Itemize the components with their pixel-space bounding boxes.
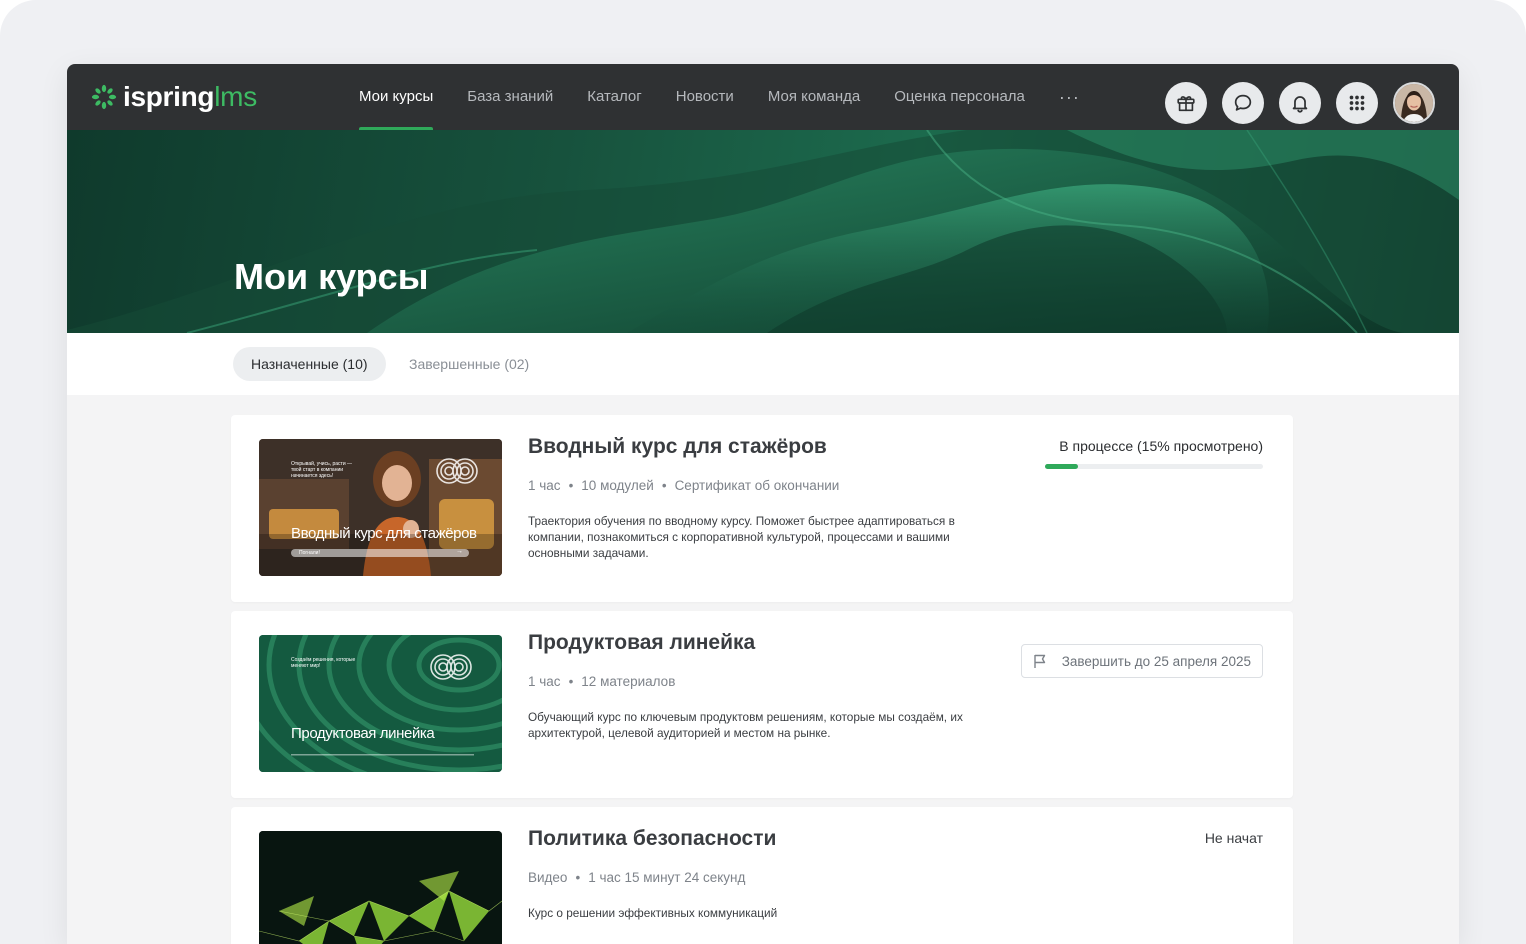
thumbnail-start-bar: Погнали! → [291, 548, 469, 557]
meta-materials: 12 материалов [581, 674, 676, 689]
course-title[interactable]: Вводный курс для стажёров [528, 435, 827, 459]
hero-background-waves [67, 130, 1459, 333]
nav-item-my-team[interactable]: Моя команда [768, 64, 860, 130]
nav-item-catalog[interactable]: Каталог [587, 64, 642, 130]
course-card[interactable]: Открывай, учись, расти — твой старт в ко… [231, 415, 1293, 602]
thumbnail-network-graphic [259, 831, 502, 944]
meta-separator: • [575, 870, 581, 885]
course-title[interactable]: Политика безопасности [528, 827, 776, 851]
page-title: Мои курсы [234, 256, 429, 297]
deadline-text: Завершить до 25 апреля 2025 [1061, 653, 1251, 669]
ispring-lms-logo[interactable]: ispringlms [91, 82, 257, 112]
course-thumbnail[interactable] [259, 831, 502, 944]
top-navigation-bar: ispringlms Мои курсы База знаний Каталог… [67, 64, 1459, 130]
avatar-photo [1395, 84, 1433, 122]
screenshot-frame: ispringlms Мои курсы База знаний Каталог… [0, 0, 1526, 944]
nav-item-personnel-assessment[interactable]: Оценка персонала [894, 64, 1025, 130]
gift-icon [1177, 96, 1195, 112]
bell-icon [1292, 96, 1308, 113]
course-card[interactable]: Создаём решения, которые меняют мир! Про… [231, 611, 1293, 798]
thumbnail-green-waves [259, 635, 502, 772]
hero-banner: Мои курсы [67, 130, 1459, 333]
tab-assigned[interactable]: Назначенные (10) [233, 347, 386, 381]
course-thumbnail[interactable]: Открывай, учись, расти — твой старт в ко… [259, 439, 502, 576]
course-title[interactable]: Продуктовая линейка [528, 631, 755, 655]
course-description: Курс о решении эффективных коммуникаций [528, 906, 778, 920]
app-window: ispringlms Мои курсы База знаний Каталог… [67, 64, 1459, 944]
course-thumbnail[interactable]: Создаём решения, которые меняют мир! Про… [259, 635, 502, 772]
progress-bar-fill [1045, 464, 1078, 469]
topbar-actions [1150, 82, 1435, 124]
course-status: Не начат [1204, 830, 1263, 846]
nav-item-my-courses[interactable]: Мои курсы [359, 64, 434, 130]
flag-icon [1034, 654, 1045, 668]
thumbnail-course-name: Продуктовая линейка [291, 725, 435, 742]
apps-grid-icon [1349, 95, 1365, 111]
course-card[interactable]: Политика безопасности Видео • 1 час 15 м… [231, 807, 1293, 944]
logo-wordmark: ispringlms [123, 82, 257, 112]
course-description: Траектория обучения по вводному курсу. П… [528, 514, 955, 560]
course-meta: Видео • 1 час 15 минут 24 секунд [528, 870, 745, 885]
meta-duration: 1 час [528, 674, 561, 689]
meta-separator: • [661, 478, 667, 493]
meta-separator: • [568, 478, 574, 493]
meta-certificate: Сертификат об окончании [674, 478, 840, 493]
course-meta: 1 час • 10 модулей • Сертификат об оконч… [528, 478, 839, 493]
ispring-logo-icon [91, 84, 117, 110]
meta-modules: 10 модулей [581, 478, 654, 493]
apps-button[interactable] [1336, 82, 1378, 124]
nav-item-news[interactable]: Новости [676, 64, 734, 130]
logo-word-ispring: ispring [123, 81, 215, 112]
thumbnail-course-name: Вводный курс для стажёров [291, 525, 477, 542]
chat-icon [1234, 94, 1252, 111]
course-tabs: Назначенные (10) Завершенные (02) [67, 333, 1459, 395]
course-status: В процессе (15% просмотрено) [1059, 438, 1263, 454]
thumbnail-tagline: Открывай, учись, расти — твой старт в ко… [291, 461, 353, 479]
logo-word-lms: lms [214, 81, 257, 112]
gift-button[interactable] [1165, 82, 1207, 124]
meta-duration: 1 час 15 минут 24 секунд [588, 870, 746, 885]
course-meta: 1 час • 12 материалов [528, 674, 675, 689]
notifications-button[interactable] [1279, 82, 1321, 124]
meta-duration: 1 час [528, 478, 561, 493]
nav-item-knowledge-base[interactable]: База знаний [467, 64, 553, 130]
arrow-right-icon: → [456, 548, 463, 555]
meta-type: Видео [528, 870, 568, 885]
deadline-badge: Завершить до 25 апреля 2025 [1020, 644, 1263, 678]
chat-button[interactable] [1222, 82, 1264, 124]
meta-separator: • [568, 674, 574, 689]
thumbnail-tagline: Создаём решения, которые меняют мир! [291, 657, 356, 669]
thumbnail-start-label: Погнали! [299, 550, 320, 556]
course-description: Обучающий курс по ключевым продуктовм ре… [528, 710, 963, 740]
nav-more-button[interactable]: ··· [1059, 64, 1080, 130]
user-avatar[interactable] [1393, 82, 1435, 124]
main-nav: Мои курсы База знаний Каталог Новости Мо… [359, 64, 1114, 130]
progress-bar [1045, 464, 1263, 469]
tab-completed[interactable]: Завершенные (02) [391, 347, 547, 381]
